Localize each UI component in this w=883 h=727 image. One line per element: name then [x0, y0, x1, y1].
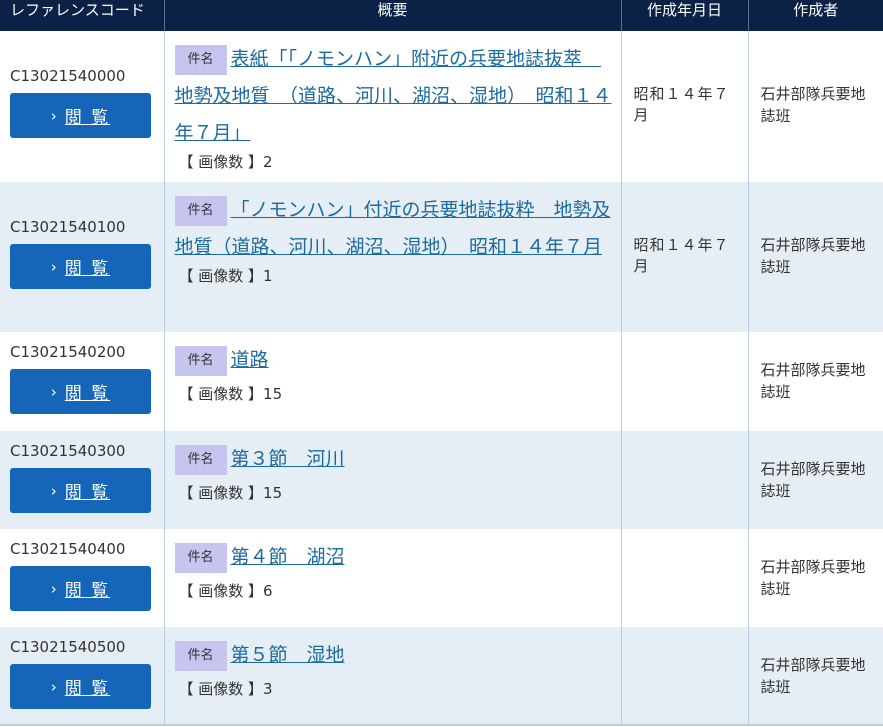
subject-badge: 件名	[174, 44, 227, 75]
header-author: 作成者	[748, 0, 883, 31]
view-button[interactable]: › 閲 覧	[10, 244, 151, 289]
date-cell	[621, 431, 749, 529]
table-header: レファレンスコード 概要 作成年月日 作成者	[0, 0, 883, 31]
date-cell	[621, 332, 749, 431]
view-button-label: 閲 覧	[64, 483, 111, 503]
summary-cell: 件名 道路 【 画像数 】15	[164, 332, 622, 431]
ref-code: C13021540500	[10, 638, 126, 656]
chevron-right-icon: ›	[50, 382, 57, 401]
author: 石井部隊兵要地誌班	[760, 236, 866, 276]
table-row: C13021540100 › 閲 覧 件名 「ノモンハン」付近の兵要地誌抜粋 地勢及…	[0, 182, 883, 332]
author-cell: 石井部隊兵要地誌班	[748, 182, 883, 332]
chevron-right-icon: ›	[50, 677, 57, 696]
title-link[interactable]: 道路	[231, 349, 269, 371]
page-count: 【 画像数 】6	[178, 582, 273, 600]
table-row: C13021540500 › 閲 覧 件名 第５節 湿地 【 画像数 】3 石井部隊…	[0, 627, 883, 726]
subject-badge: 件名	[174, 542, 227, 573]
header-summary: 概要	[164, 0, 622, 31]
view-button-label: 閲 覧	[64, 679, 111, 699]
date-cell: 昭和１４年７月	[621, 182, 749, 332]
creation-date: 昭和１４年７月	[633, 236, 730, 275]
view-button-label: 閲 覧	[64, 581, 111, 601]
view-button-label: 閲 覧	[64, 384, 111, 404]
title-link[interactable]: 第３節 河川	[231, 448, 345, 470]
view-button-label: 閲 覧	[64, 108, 111, 128]
view-button[interactable]: › 閲 覧	[10, 566, 151, 611]
table-row: C13021540200 › 閲 覧 件名 道路 【 画像数 】15 石井部隊兵要地…	[0, 332, 883, 431]
ref-code: C13021540200	[10, 343, 126, 361]
ref-code-cell: C13021540000 › 閲 覧	[0, 31, 165, 182]
date-cell	[621, 627, 749, 726]
ref-code: C13021540300	[10, 442, 126, 460]
page-count: 【 画像数 】15	[178, 484, 283, 502]
author: 石井部隊兵要地誌班	[760, 85, 866, 125]
subject-badge: 件名	[174, 345, 227, 376]
author-cell: 石井部隊兵要地誌班	[748, 529, 883, 627]
author-cell: 石井部隊兵要地誌班	[748, 431, 883, 529]
chevron-right-icon: ›	[50, 579, 57, 598]
ref-code: C13021540100	[10, 218, 126, 236]
ref-code-cell: C13021540300 › 閲 覧	[0, 431, 165, 529]
title-link[interactable]: 「ノモンハン」付近の兵要地誌抜粋 地勢及地質（道路、河川、湖沼、湿地） 昭和１４…	[175, 199, 611, 258]
subject-badge: 件名	[174, 195, 227, 226]
author: 石井部隊兵要地誌班	[760, 361, 866, 401]
ref-code: C13021540000	[10, 67, 126, 85]
author: 石井部隊兵要地誌班	[760, 558, 866, 598]
title-link[interactable]: 表紙「「ノモンハン」附近の兵要地誌抜萃 地勢及地質 （道路、河川、湖沼、湿地） …	[175, 48, 612, 144]
summary-cell: 件名 「ノモンハン」付近の兵要地誌抜粋 地勢及地質（道路、河川、湖沼、湿地） 昭和…	[164, 182, 622, 332]
ref-code-cell: C13021540200 › 閲 覧	[0, 332, 165, 431]
header-date: 作成年月日	[621, 0, 749, 31]
author: 石井部隊兵要地誌班	[760, 656, 866, 696]
view-button[interactable]: › 閲 覧	[10, 664, 151, 709]
page-count: 【 画像数 】1	[178, 267, 273, 285]
view-button[interactable]: › 閲 覧	[10, 468, 151, 513]
table-row: C13021540300 › 閲 覧 件名 第３節 河川 【 画像数 】15 石井部…	[0, 431, 883, 529]
summary-cell: 件名 表紙「「ノモンハン」附近の兵要地誌抜萃 地勢及地質 （道路、河川、湖沼、湿地…	[164, 31, 622, 182]
ref-code-cell: C13021540400 › 閲 覧	[0, 529, 165, 627]
date-cell: 昭和１４年７月	[621, 31, 749, 182]
ref-code-cell: C13021540100 › 閲 覧	[0, 182, 165, 332]
page-count: 【 画像数 】2	[178, 153, 273, 171]
subject-badge: 件名	[174, 444, 227, 475]
chevron-right-icon: ›	[50, 106, 57, 125]
ref-code-cell: C13021540500 › 閲 覧	[0, 627, 165, 726]
table-row: C13021540400 › 閲 覧 件名 第４節 湖沼 【 画像数 】6 石井部隊…	[0, 529, 883, 627]
creation-date: 昭和１４年７月	[633, 85, 730, 124]
author-cell: 石井部隊兵要地誌班	[748, 332, 883, 431]
view-button[interactable]: › 閲 覧	[10, 93, 151, 138]
author-cell: 石井部隊兵要地誌班	[748, 31, 883, 182]
ref-code: C13021540400	[10, 540, 126, 558]
subject-badge: 件名	[174, 640, 227, 671]
summary-cell: 件名 第５節 湿地 【 画像数 】3	[164, 627, 622, 726]
author: 石井部隊兵要地誌班	[760, 460, 866, 500]
results-table: レファレンスコード 概要 作成年月日 作成者 C13021540000 › 閲 覧…	[0, 0, 883, 726]
view-button[interactable]: › 閲 覧	[10, 369, 151, 414]
summary-cell: 件名 第４節 湖沼 【 画像数 】6	[164, 529, 622, 627]
chevron-right-icon: ›	[50, 257, 57, 276]
view-button-label: 閲 覧	[64, 259, 111, 279]
summary-cell: 件名 第３節 河川 【 画像数 】15	[164, 431, 622, 529]
date-cell	[621, 529, 749, 627]
header-ref-code: レファレンスコード	[0, 0, 165, 31]
author-cell: 石井部隊兵要地誌班	[748, 627, 883, 726]
title-link[interactable]: 第４節 湖沼	[231, 546, 345, 568]
page-count: 【 画像数 】15	[178, 385, 283, 403]
page-count: 【 画像数 】3	[178, 680, 273, 698]
title-link[interactable]: 第５節 湿地	[231, 644, 345, 666]
table-row: C13021540000 › 閲 覧 件名 表紙「「ノモンハン」附近の兵要地誌抜萃 …	[0, 31, 883, 182]
chevron-right-icon: ›	[50, 481, 57, 500]
